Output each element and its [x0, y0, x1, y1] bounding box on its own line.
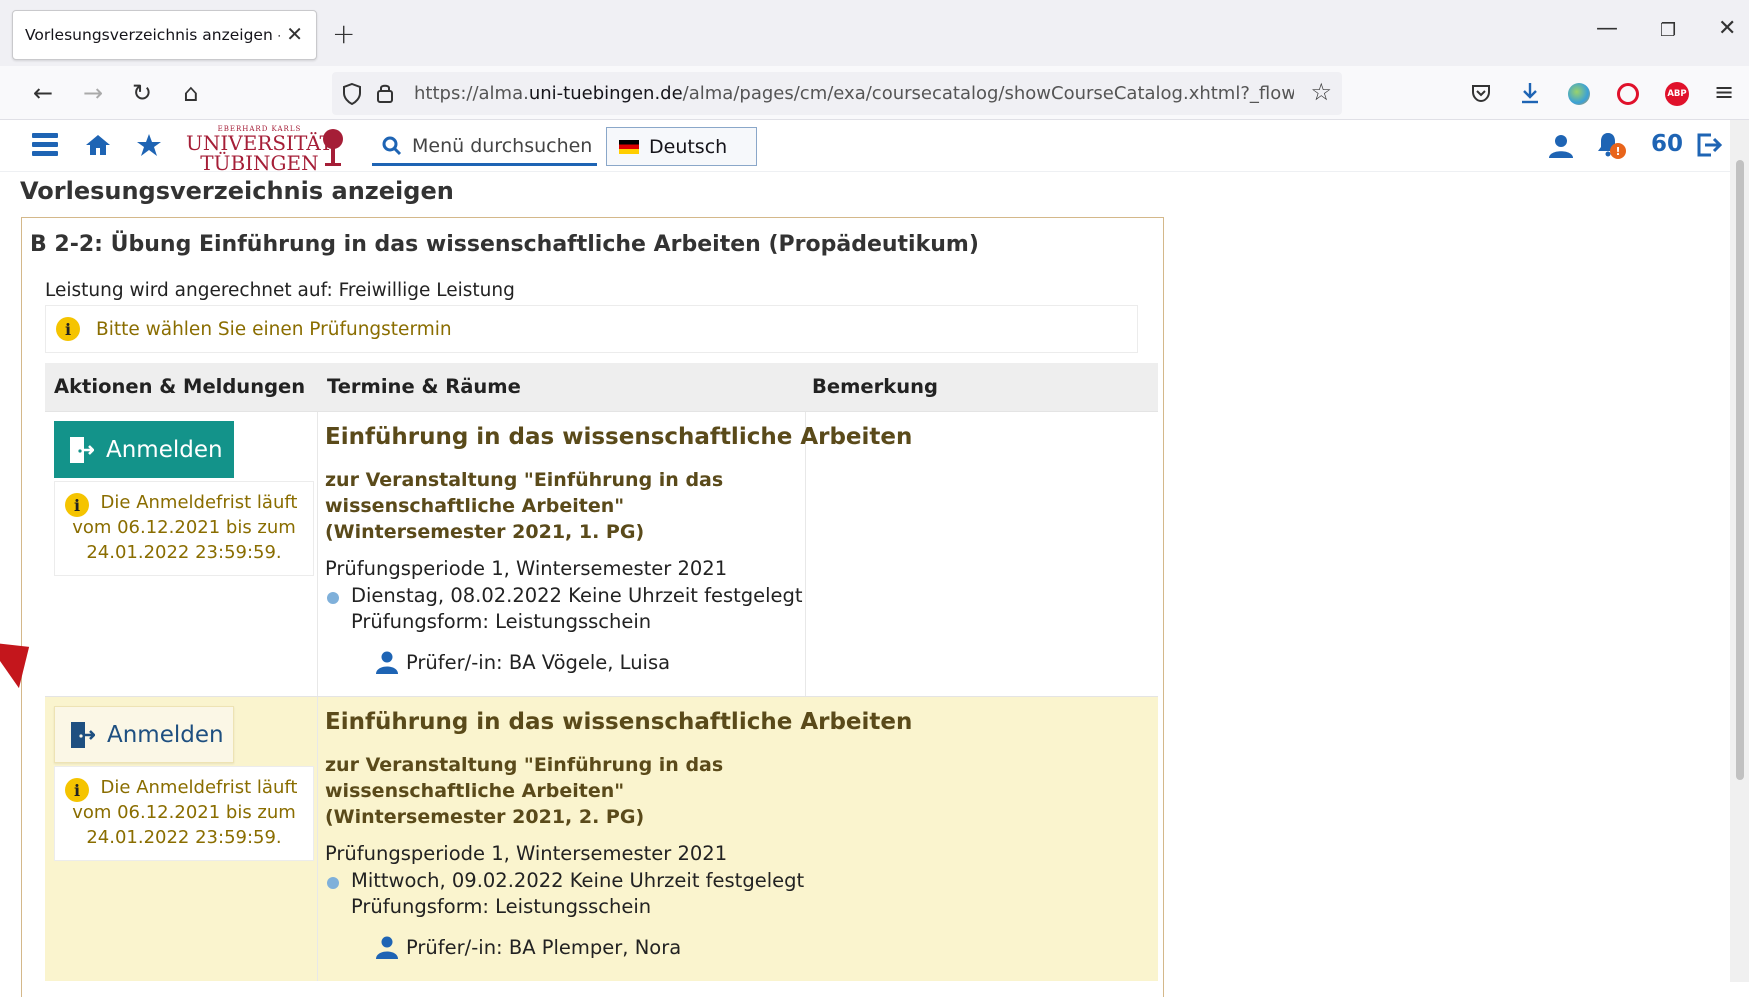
german-flag-icon — [619, 139, 639, 154]
page-title: Vorlesungsverzeichnis anzeigen — [20, 177, 454, 205]
cell-divider — [805, 412, 806, 696]
bookmark-star-icon[interactable]: ☆ — [1310, 78, 1332, 106]
event-subtitle: zur Veranstaltung "Einführung in das wis… — [325, 754, 724, 828]
bullet-icon — [327, 877, 339, 889]
register-button[interactable]: Anmelden — [54, 706, 234, 763]
logo-line1: UNIVERSITÄT — [186, 131, 333, 155]
event-subtitle: zur Veranstaltung "Einführung in das wis… — [325, 469, 724, 543]
panel-title: B 2-2: Übung Einführung in das wissensch… — [30, 232, 979, 257]
register-button[interactable]: Anmelden — [54, 421, 234, 478]
language-select[interactable]: Deutsch — [606, 127, 757, 166]
restore-icon[interactable]: ❐ — [1660, 22, 1676, 40]
back-icon[interactable]: ← — [28, 78, 58, 108]
lock-icon[interactable] — [376, 82, 394, 104]
session-timer: 60 — [1651, 131, 1684, 157]
column-header: Termine & Räume — [327, 375, 521, 398]
adblock-icon[interactable]: ABP — [1665, 82, 1689, 106]
exam-period: Prüfungsperiode 1, Wintersemester 2021 — [325, 842, 728, 865]
browser-tab[interactable]: Vorlesungsverzeichnis anzeigen - Eb ✕ — [12, 10, 317, 60]
info-icon: i — [56, 317, 80, 341]
table-row: Anmelden i Die Anmeldefrist läuft vom 06… — [45, 696, 1158, 981]
column-header: Bemerkung — [812, 375, 938, 398]
favorites-star-icon[interactable] — [136, 133, 162, 157]
exam-period: Prüfungsperiode 1, Wintersemester 2021 — [325, 557, 728, 580]
url-bar[interactable]: https://alma.uni-tuebingen.de/alma/pages… — [332, 72, 1342, 115]
event-title[interactable]: Einführung in das wissenschaftliche Arbe… — [325, 709, 912, 735]
browser-navbar: ← → ↻ ⌂ https://alma.uni-tuebingen.de/al… — [0, 66, 1749, 120]
user-icon[interactable] — [1548, 133, 1574, 159]
home-app-icon[interactable] — [85, 133, 111, 157]
examiner-name: Prüfer/-in: BA Plemper, Nora — [406, 935, 682, 959]
palm-emblem-icon — [323, 129, 343, 166]
shield-icon[interactable] — [342, 83, 362, 105]
examiner: Prüfer/-in: BA Plemper, Nora — [375, 935, 681, 959]
extension-opera-icon[interactable] — [1617, 83, 1639, 105]
tab-close-icon[interactable]: ✕ — [286, 24, 303, 44]
university-logo[interactable]: EBERHARD KARLS UNIVERSITÄT TÜBINGEN — [186, 126, 333, 175]
logo-line2: TÜBINGEN — [200, 151, 319, 175]
info-icon: i — [65, 493, 89, 517]
home-icon[interactable]: ⌂ — [176, 78, 206, 108]
info-message: i Bitte wählen Sie einen Prüfungstermin — [45, 305, 1138, 353]
new-tab-icon[interactable]: + — [332, 20, 355, 48]
info-message-text: Bitte wählen Sie einen Prüfungstermin — [96, 318, 452, 340]
bullet-icon — [327, 592, 339, 604]
menu-search-input[interactable]: Menü durchsuchen — [372, 128, 597, 166]
minimize-icon[interactable]: — — [1596, 18, 1618, 40]
person-icon — [376, 651, 398, 674]
language-label: Deutsch — [649, 135, 728, 158]
cell-divider — [317, 697, 318, 981]
table-row: Anmelden i Die Anmeldefrist läuft vom 06… — [45, 411, 1158, 696]
url-path: /alma/pages/cm/exa/coursecatalog/showCou… — [682, 83, 1294, 104]
deadline-text: Die Anmeldefrist läuft vom 06.12.2021 bi… — [72, 777, 298, 848]
event-title[interactable]: Einführung in das wissenschaftliche Arbe… — [325, 424, 912, 450]
deadline-notice: i Die Anmeldefrist läuft vom 06.12.2021 … — [54, 481, 314, 576]
exam-table: Aktionen & Meldungen Termine & Räume Bem… — [45, 363, 1158, 981]
download-icon[interactable] — [1519, 81, 1541, 105]
exam-panel: B 2-2: Übung Einführung in das wissensch… — [21, 217, 1164, 997]
window-close-icon[interactable]: ✕ — [1718, 18, 1736, 40]
menu-icon[interactable] — [32, 131, 58, 159]
notifications-button[interactable]: ! — [1596, 131, 1626, 161]
forward-icon[interactable]: → — [78, 78, 108, 108]
table-header: Aktionen & Meldungen Termine & Räume Bem… — [45, 363, 1158, 411]
browser-tabstrip: Vorlesungsverzeichnis anzeigen - Eb ✕ + … — [0, 0, 1749, 66]
notification-badge-icon: ! — [1610, 143, 1626, 159]
menu-search-label: Menü durchsuchen — [412, 134, 593, 157]
exam-date: Dienstag, 08.02.2022 Keine Uhrzeit festg… — [351, 584, 803, 607]
url-text[interactable]: https://alma.uni-tuebingen.de/alma/pages… — [414, 83, 1294, 104]
extension-globe-icon[interactable] — [1568, 83, 1590, 105]
register-button-label: Anmelden — [106, 436, 223, 463]
pocket-icon[interactable] — [1471, 83, 1491, 103]
deadline-text: Die Anmeldefrist läuft vom 06.12.2021 bi… — [72, 492, 298, 563]
deadline-notice: i Die Anmeldefrist läuft vom 06.12.2021 … — [54, 766, 314, 861]
reload-icon[interactable]: ↻ — [127, 78, 157, 108]
info-icon: i — [65, 778, 89, 802]
exam-date: Mittwoch, 09.02.2022 Keine Uhrzeit festg… — [351, 869, 805, 892]
column-header: Aktionen & Meldungen — [54, 375, 306, 398]
door-enter-icon — [70, 436, 94, 463]
tab-title: Vorlesungsverzeichnis anzeigen - Eb — [25, 26, 280, 44]
door-enter-icon — [71, 721, 95, 748]
person-icon — [376, 936, 398, 959]
register-button-label: Anmelden — [107, 721, 224, 748]
search-icon — [382, 136, 402, 155]
url-domain: uni-tuebingen.de — [528, 83, 683, 104]
page-scrollbar[interactable] — [1730, 120, 1749, 982]
url-prefix: https://alma. — [414, 83, 529, 104]
menu-hamburger-icon[interactable]: ≡ — [1714, 78, 1734, 106]
cell-divider — [317, 412, 318, 696]
examiner: Prüfer/-in: BA Vögele, Luisa — [375, 650, 670, 674]
logout-icon[interactable] — [1695, 132, 1723, 158]
examiner-name: Prüfer/-in: BA Vögele, Luisa — [406, 650, 671, 674]
scrollbar-thumb[interactable] — [1736, 160, 1744, 780]
credit-line: Leistung wird angerechnet auf: Freiwilli… — [45, 280, 515, 301]
exam-form: Prüfungsform: Leistungsschein — [351, 610, 652, 633]
exam-form: Prüfungsform: Leistungsschein — [351, 895, 652, 918]
